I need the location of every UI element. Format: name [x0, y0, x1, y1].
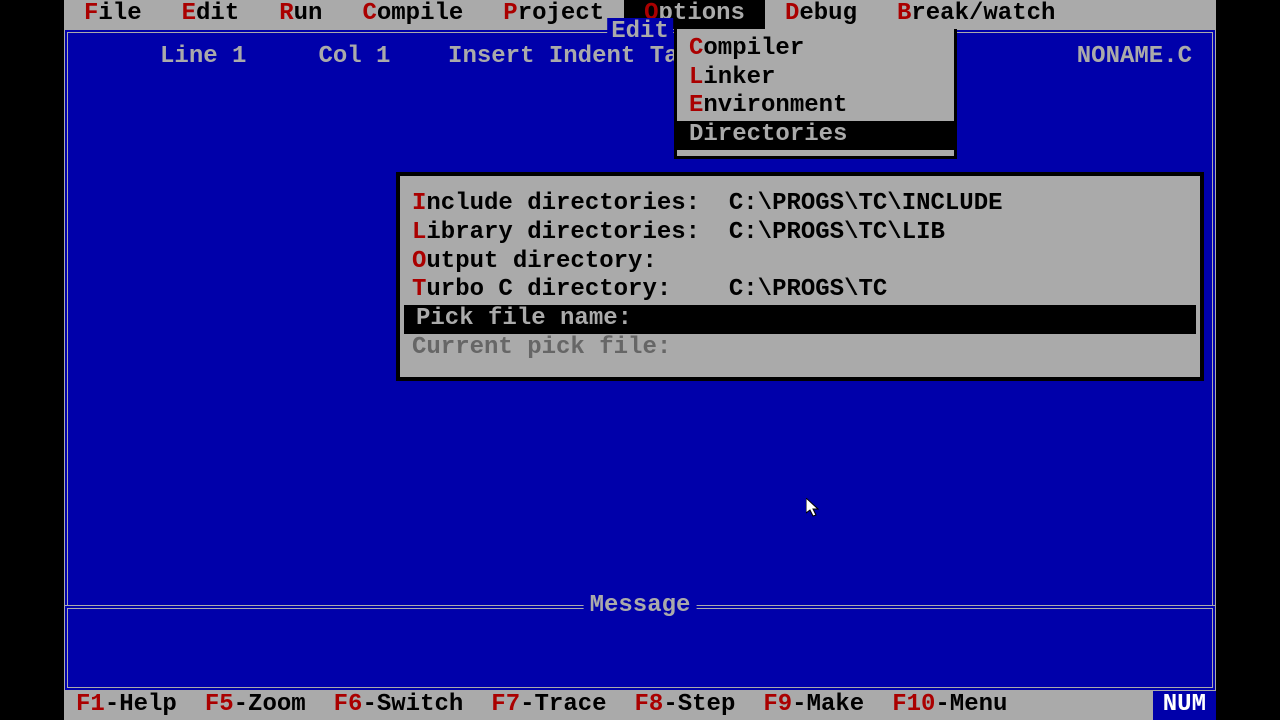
options-dropdown: Compiler Linker Environment Directories: [674, 29, 957, 159]
fkey-help[interactable]: F1-Help: [64, 691, 193, 720]
fkey-make[interactable]: F9-Make: [751, 691, 880, 720]
dropdown-item-compiler[interactable]: Compiler: [677, 35, 954, 64]
directories-row-include[interactable]: Include directories: C:\PROGS\TC\INCLUDE: [400, 190, 1200, 219]
menu-debug[interactable]: Debug: [765, 0, 877, 29]
fkey-switch[interactable]: F6-Switch: [322, 691, 480, 720]
dropdown-item-linker[interactable]: Linker: [677, 64, 954, 93]
dropdown-item-directories[interactable]: Directories: [677, 121, 954, 150]
menu-edit[interactable]: Edit: [162, 0, 260, 29]
directories-row-turboc[interactable]: Turbo C directory: C:\PROGS\TC: [400, 276, 1200, 305]
directories-dialog: Include directories: C:\PROGS\TC\INCLUDE…: [396, 172, 1204, 381]
menu-file[interactable]: File: [64, 0, 162, 29]
dropdown-item-environment[interactable]: Environment: [677, 92, 954, 121]
fkey-zoom[interactable]: F5-Zoom: [193, 691, 322, 720]
message-title: Message: [584, 592, 697, 621]
directories-row-output[interactable]: Output directory:: [400, 248, 1200, 277]
dos-screen: File Edit Run Compile Project Options De…: [64, 0, 1216, 720]
menu-project[interactable]: Project: [483, 0, 624, 29]
fkey-menu[interactable]: F10-Menu: [880, 691, 1023, 720]
numlock-indicator: NUM: [1153, 691, 1216, 720]
fkey-trace[interactable]: F7-Trace: [479, 691, 622, 720]
menu-compile[interactable]: Compile: [342, 0, 483, 29]
editor-filename: NONAME.C: [1077, 43, 1192, 72]
message-frame: Message: [64, 605, 1216, 691]
menu-break-watch[interactable]: Break/watch: [877, 0, 1075, 29]
directories-row-pickfile[interactable]: Pick file name:: [404, 305, 1196, 334]
fkey-step[interactable]: F8-Step: [623, 691, 752, 720]
function-key-bar: F1-Help F5-Zoom F6-Switch F7-Trace F8-St…: [64, 691, 1216, 720]
directories-row-currentpick: Current pick file:: [400, 334, 1200, 363]
menu-run[interactable]: Run: [259, 0, 342, 29]
editor-status-line: Line 1 Col 1 Insert Indent Tab: [88, 43, 1192, 72]
directories-row-library[interactable]: Library directories: C:\PROGS\TC\LIB: [400, 219, 1200, 248]
